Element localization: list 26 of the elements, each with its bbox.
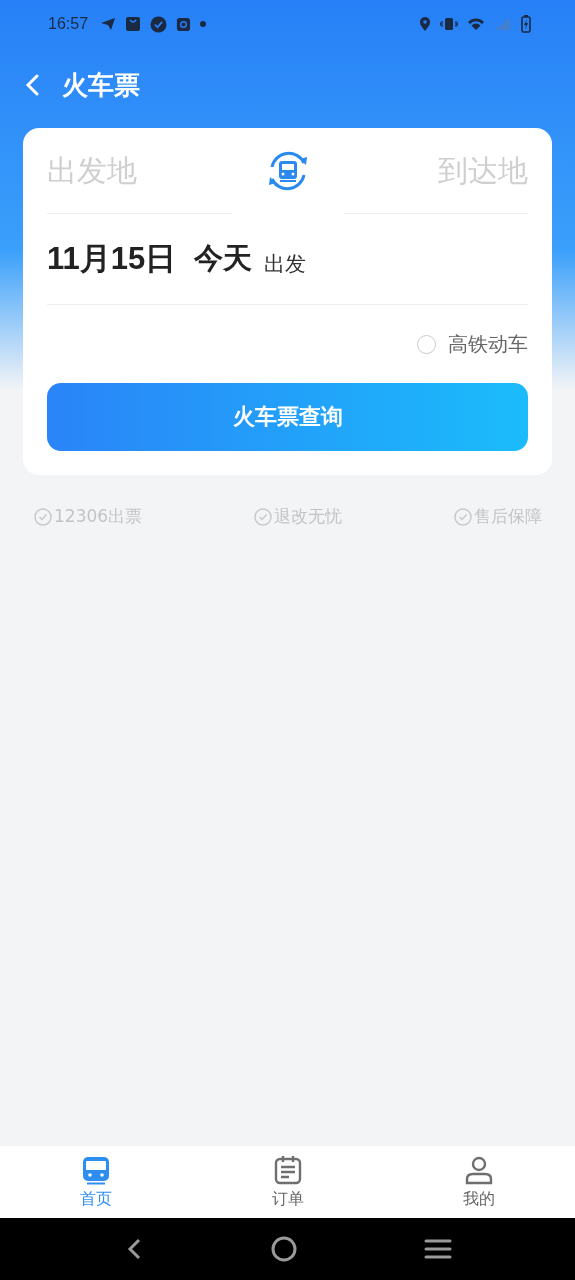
wifi-icon <box>467 17 485 31</box>
high-speed-option[interactable]: 高铁动车 <box>417 330 528 358</box>
check-circle-icon <box>454 507 472 526</box>
send-icon <box>100 17 117 31</box>
back-icon[interactable] <box>24 73 40 97</box>
bag-icon <box>125 16 142 32</box>
app-icon <box>176 16 192 32</box>
tab-item[interactable]: 订单 <box>191 1146 384 1218</box>
check-circle-icon <box>254 507 273 526</box>
check-circle-icon <box>34 507 52 526</box>
train-icon <box>80 1154 111 1185</box>
page-title: 火车票 <box>62 68 140 102</box>
signal-icon <box>494 17 512 31</box>
home-icon[interactable] <box>270 1236 297 1262</box>
tab-item[interactable]: 首页 <box>0 1146 192 1218</box>
check-circle-icon <box>150 15 168 33</box>
menu-icon[interactable] <box>423 1238 452 1260</box>
status-time: 16:57 <box>48 15 89 33</box>
person-icon <box>464 1154 495 1185</box>
location-icon <box>419 16 431 32</box>
list-icon <box>272 1154 303 1185</box>
date-field[interactable]: 11月15日 今天 出发 <box>47 214 528 305</box>
dot-icon <box>200 21 207 27</box>
tab-item[interactable]: 我的 <box>383 1146 575 1218</box>
vibrate-icon <box>440 17 458 31</box>
battery-icon <box>521 15 531 33</box>
